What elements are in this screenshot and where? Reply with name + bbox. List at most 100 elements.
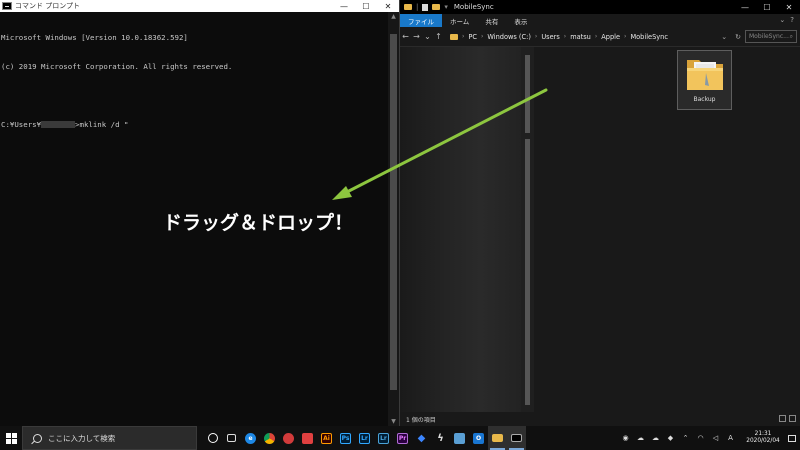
cmd-title: コマンド プロンプト (15, 2, 81, 10)
search-input[interactable]: MobileSync... ⌕ (745, 30, 797, 43)
minimize-button[interactable]: — (734, 0, 756, 14)
dropbox-icon[interactable]: ◆ (412, 426, 431, 450)
onedrive-icon[interactable]: ☁ (633, 434, 648, 442)
help-icon[interactable]: ? (790, 16, 794, 24)
scroll-down-icon[interactable]: ▼ (388, 417, 399, 426)
cloud-icon[interactable]: ☁ (648, 434, 663, 442)
bolt-icon[interactable]: ϟ (431, 426, 450, 450)
maximize-button[interactable]: ☐ (355, 0, 377, 12)
notification-center-button[interactable] (784, 426, 800, 450)
breadcrumb-apple[interactable]: Apple (601, 33, 620, 41)
notification-icon (788, 434, 796, 442)
maximize-button[interactable]: ☐ (756, 0, 778, 14)
folder-icon (450, 33, 458, 40)
photoshop-icon[interactable]: Ps (336, 426, 355, 450)
folder-item-backup[interactable]: Backup (677, 50, 732, 110)
search-icon (33, 433, 42, 443)
command-prompt-icon[interactable] (507, 426, 526, 450)
show-hidden-icons-icon[interactable]: ⌃ (678, 434, 693, 442)
app-screenshot-icon[interactable] (298, 426, 317, 450)
outlook-icon[interactable]: O (469, 426, 488, 450)
search-icon: ⌕ (789, 32, 793, 40)
app-tray-icon[interactable]: ◉ (618, 434, 633, 442)
navigation-pane[interactable] (400, 47, 534, 412)
terminal-icon (2, 2, 12, 10)
cortana-icon[interactable] (203, 426, 222, 450)
dropbox-tray-icon[interactable]: ◆ (663, 434, 678, 442)
large-icons-view-icon[interactable] (789, 415, 796, 422)
navigation-bar: ← → ⌄ ↑ › PC › Windows (C:) › Users › ma… (400, 27, 800, 47)
task-view-icon[interactable] (222, 426, 241, 450)
taskbar-search-placeholder: ここに入力して検索 (48, 433, 116, 443)
back-icon[interactable]: ← (400, 32, 411, 41)
start-button[interactable] (0, 426, 22, 450)
premiere-icon[interactable]: Pr (393, 426, 412, 450)
explorer-titlebar[interactable]: | ▾ MobileSync — ☐ ✕ (400, 0, 800, 14)
folder-icon (404, 4, 412, 10)
file-explorer-window[interactable]: | ▾ MobileSync — ☐ ✕ ファイル ホーム 共有 表示 ⌄ ? … (399, 0, 800, 426)
scroll-thumb[interactable] (525, 139, 530, 405)
expand-ribbon-icon[interactable]: ⌄ (779, 16, 785, 24)
file-explorer-icon[interactable] (488, 426, 507, 450)
cmd-line: (c) 2019 Microsoft Corporation. All righ… (1, 61, 233, 71)
tab-file[interactable]: ファイル (400, 14, 442, 27)
system-tray: ◉ ☁ ☁ ◆ ⌃ ◠ ◁ A 21:31 2020/02/04 (618, 426, 800, 450)
minimize-button[interactable]: — (333, 0, 355, 12)
app-red-icon[interactable] (279, 426, 298, 450)
forward-icon[interactable]: → (411, 32, 422, 41)
taskbar-app-icons: e Ai Ps Lr Lr Pr ◆ ϟ O (203, 426, 526, 450)
ime-mode-icon[interactable]: A (723, 434, 738, 442)
volume-icon[interactable]: ◁ (708, 434, 723, 442)
breadcrumb-pc[interactable]: PC (468, 33, 477, 41)
ribbon-tabs: ファイル ホーム 共有 表示 ⌄ ? (400, 14, 800, 27)
tab-share[interactable]: 共有 (477, 14, 506, 27)
cmd-scrollbar[interactable]: ▲ ▼ (388, 12, 399, 426)
close-button[interactable]: ✕ (778, 0, 800, 14)
breadcrumb-users[interactable]: Users (541, 33, 559, 41)
address-dropdown-icon[interactable]: ⌄ (721, 33, 727, 41)
address-bar[interactable]: › PC › Windows (C:) › Users › matsu › Ap… (446, 30, 745, 43)
clock[interactable]: 21:31 2020/02/04 (742, 431, 784, 445)
item-count: 1 個の項目 (406, 416, 436, 424)
lightroom-classic-icon[interactable]: Lr (374, 426, 393, 450)
breadcrumb-user[interactable]: matsu (570, 33, 591, 41)
cmd-titlebar[interactable]: コマンド プロンプト — ☐ ✕ (0, 0, 399, 12)
drag-and-drop-annotation: ドラッグ＆ドロップ！ (163, 212, 354, 234)
taskbar-search-box[interactable]: ここに入力して検索 (22, 426, 197, 450)
scroll-thumb[interactable] (390, 34, 397, 390)
windows-logo-icon (5, 432, 17, 444)
clock-date: 2020/02/04 (746, 438, 780, 444)
breadcrumb-drive[interactable]: Windows (C:) (487, 33, 531, 41)
file-list[interactable]: Backup (534, 47, 800, 412)
scroll-up-icon[interactable]: ▲ (388, 12, 399, 21)
breadcrumb-mobilesync[interactable]: MobileSync (630, 33, 668, 41)
chrome-icon[interactable] (260, 426, 279, 450)
properties-icon[interactable] (422, 3, 429, 11)
tab-home[interactable]: ホーム (442, 14, 477, 27)
recent-locations-icon[interactable]: ⌄ (422, 32, 433, 41)
redacted-username (41, 120, 76, 128)
prompt-prefix: C:¥Users¥ (1, 119, 42, 129)
scroll-thumb[interactable] (525, 55, 530, 133)
cmd-prompt-line: C:¥Users¥ >mklink /d " (1, 120, 387, 130)
folder-label: Backup (693, 96, 716, 103)
refresh-icon[interactable]: ↻ (735, 33, 741, 41)
illustrator-icon[interactable]: Ai (317, 426, 336, 450)
navigation-pane-scrollbar[interactable] (521, 47, 534, 412)
prompt-command: >mklink /d " (75, 119, 129, 129)
details-view-icon[interactable] (779, 415, 786, 422)
new-folder-icon[interactable] (432, 4, 441, 10)
app-blue-icon[interactable] (450, 426, 469, 450)
search-input-text: MobileSync... (749, 33, 789, 40)
tab-view[interactable]: 表示 (506, 14, 535, 27)
folder-icon (686, 60, 723, 90)
status-bar: 1 個の項目 (400, 412, 800, 426)
edge-icon[interactable]: e (241, 426, 260, 450)
lightroom-icon[interactable]: Lr (355, 426, 374, 450)
wifi-icon[interactable]: ◠ (693, 434, 708, 442)
customize-quick-access-icon[interactable]: ▾ (444, 3, 448, 11)
cmd-line: Microsoft Windows [Version 10.0.18362.59… (1, 33, 188, 43)
up-icon[interactable]: ↑ (433, 32, 444, 41)
close-button[interactable]: ✕ (377, 0, 399, 12)
clock-time: 21:31 (754, 431, 772, 437)
